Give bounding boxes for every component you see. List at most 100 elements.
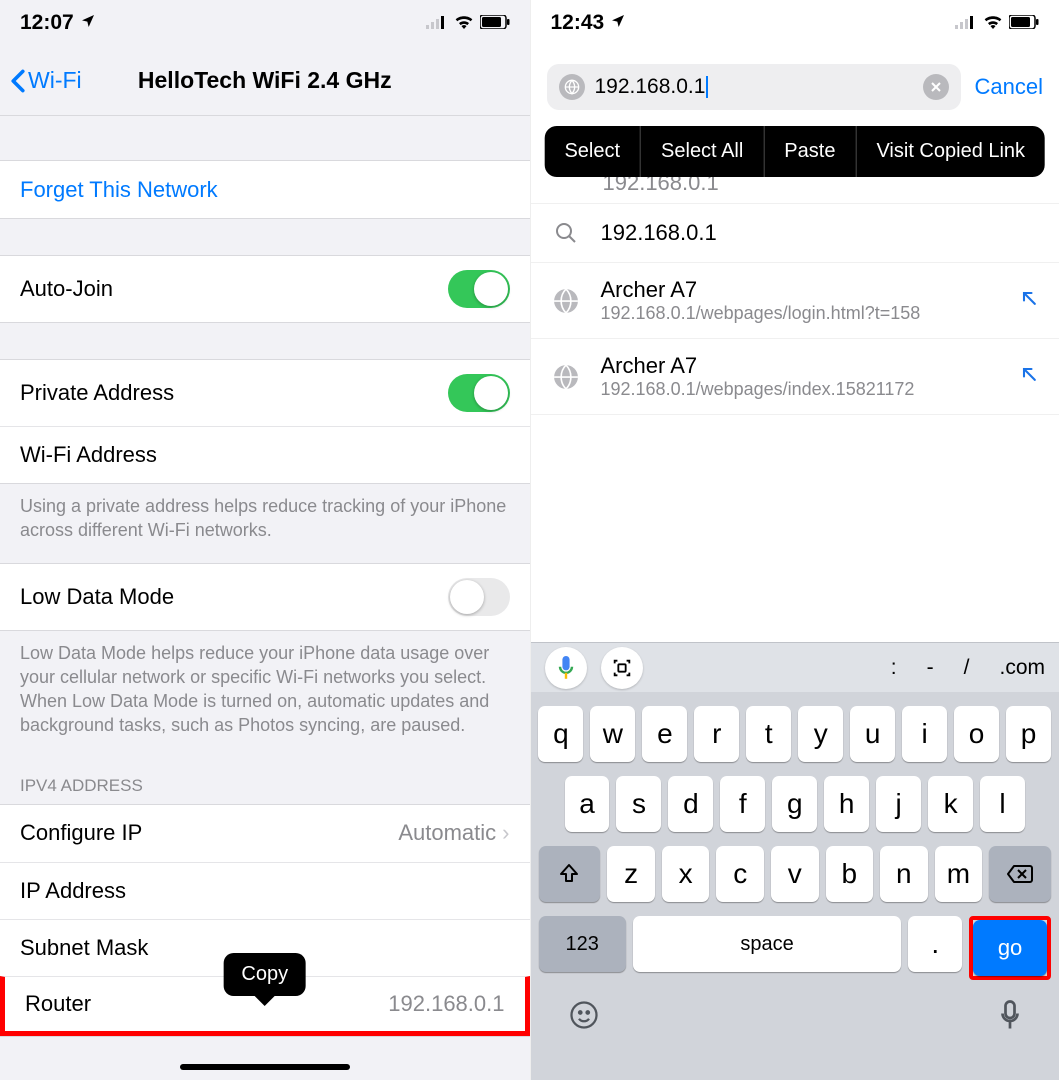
status-bar: 12:43	[531, 0, 1059, 46]
key-go[interactable]: go	[973, 920, 1047, 976]
auto-join-toggle[interactable]	[448, 270, 510, 308]
key-backspace[interactable]	[989, 846, 1051, 902]
key-t[interactable]: t	[746, 706, 791, 762]
key-d[interactable]: d	[668, 776, 713, 832]
quick-type-bar: : - / .com	[891, 656, 1045, 680]
address-bar[interactable]: 192.168.0.1	[547, 64, 961, 110]
auto-join-label: Auto-Join	[20, 276, 113, 302]
location-icon	[80, 11, 96, 35]
key-w[interactable]: w	[590, 706, 635, 762]
wifi-address-row: Wi-Fi Address	[0, 426, 530, 483]
keyboard-bottom-row	[539, 994, 1052, 1037]
cancel-button[interactable]: Cancel	[975, 74, 1043, 100]
text-caret	[706, 76, 708, 98]
key-p[interactable]: p	[1006, 706, 1051, 762]
key-h[interactable]: h	[824, 776, 869, 832]
private-address-toggle[interactable]	[448, 374, 510, 412]
content-scroll[interactable]: Forget This Network Auto-Join Private Ad…	[0, 116, 530, 1080]
key-l[interactable]: l	[980, 776, 1025, 832]
key-m[interactable]: m	[935, 846, 983, 902]
ip-address-label: IP Address	[20, 878, 126, 904]
key-v[interactable]: v	[771, 846, 819, 902]
arrow-up-left-icon[interactable]	[1019, 288, 1039, 313]
key-z[interactable]: z	[607, 846, 655, 902]
quick-dotcom[interactable]: .com	[999, 656, 1045, 680]
quick-slash[interactable]: /	[964, 656, 970, 680]
clear-text-button[interactable]	[923, 74, 949, 100]
low-data-mode-label: Low Data Mode	[20, 584, 174, 610]
select-menu-item[interactable]: Select	[544, 126, 641, 177]
chevron-right-icon: ›	[502, 820, 509, 846]
emoji-button[interactable]	[569, 1000, 599, 1037]
configure-ip-row[interactable]: Configure IP Automatic ›	[0, 805, 530, 862]
suggestion-text: 192.168.0.1	[603, 176, 1040, 196]
search-bar-row: 192.168.0.1 Cancel	[531, 54, 1059, 120]
keyboard-row-3: z x c v b n m	[539, 846, 1052, 902]
home-indicator[interactable]	[180, 1064, 350, 1070]
key-q[interactable]: q	[538, 706, 583, 762]
cellular-signal-icon	[426, 11, 448, 35]
low-data-mode-row: Low Data Mode	[0, 564, 530, 630]
suggestion-top-hit[interactable]: 192.168.0.1	[531, 176, 1059, 204]
subnet-mask-label: Subnet Mask	[20, 935, 148, 961]
key-o[interactable]: o	[954, 706, 999, 762]
ipv4-header: IPV4 ADDRESS	[0, 758, 530, 804]
key-k[interactable]: k	[928, 776, 973, 832]
key-r[interactable]: r	[694, 706, 739, 762]
key-shift[interactable]	[539, 846, 601, 902]
scan-text-button[interactable]	[601, 647, 643, 689]
paste-menu-item[interactable]: Paste	[764, 126, 856, 177]
auto-join-row: Auto-Join	[0, 256, 530, 322]
suggestion-history-2[interactable]: Archer A7 192.168.0.1/webpages/index.158…	[531, 339, 1059, 415]
key-s[interactable]: s	[616, 776, 661, 832]
globe-icon	[559, 74, 585, 100]
arrow-up-left-icon[interactable]	[1019, 364, 1039, 389]
low-data-mode-footer: Low Data Mode helps reduce your iPhone d…	[0, 631, 530, 758]
ip-address-row: IP Address	[0, 862, 530, 919]
status-time: 12:43	[551, 11, 605, 35]
key-space[interactable]: space	[633, 916, 902, 972]
wifi-address-label: Wi-Fi Address	[20, 442, 157, 468]
suggestion-search[interactable]: 192.168.0.1	[531, 204, 1059, 263]
quick-dash[interactable]: -	[927, 656, 934, 680]
nav-bar: Wi-Fi HelloTech WiFi 2.4 GHz	[0, 46, 530, 116]
key-g[interactable]: g	[772, 776, 817, 832]
key-b[interactable]: b	[826, 846, 874, 902]
dictation-button[interactable]	[999, 1000, 1021, 1037]
key-y[interactable]: y	[798, 706, 843, 762]
key-123[interactable]: 123	[539, 916, 626, 972]
location-icon	[610, 11, 626, 35]
key-e[interactable]: e	[642, 706, 687, 762]
status-bar: 12:07	[0, 0, 530, 46]
key-j[interactable]: j	[876, 776, 921, 832]
go-highlight: go	[969, 916, 1051, 980]
key-period[interactable]: .	[908, 916, 962, 972]
select-all-menu-item[interactable]: Select All	[641, 126, 764, 177]
keyboard-row-4: 123 space . go	[539, 916, 1052, 980]
key-n[interactable]: n	[880, 846, 928, 902]
suggestion-subtitle: 192.168.0.1/webpages/login.html?t=158	[601, 303, 941, 324]
key-i[interactable]: i	[902, 706, 947, 762]
suggestion-history-1[interactable]: Archer A7 192.168.0.1/webpages/login.htm…	[531, 263, 1059, 339]
globe-icon	[551, 286, 581, 316]
key-u[interactable]: u	[850, 706, 895, 762]
back-button[interactable]: Wi-Fi	[10, 67, 82, 94]
key-x[interactable]: x	[662, 846, 710, 902]
key-f[interactable]: f	[720, 776, 765, 832]
copy-popover[interactable]: Copy	[223, 953, 306, 996]
voice-search-button[interactable]	[545, 647, 587, 689]
router-value: 192.168.0.1	[388, 991, 504, 1017]
suggestions-list: 192.168.0.1 192.168.0.1 Archer A7 192.16…	[531, 176, 1059, 415]
settings-wifi-details: 12:07 Wi-Fi HelloTech WiFi 2.4 GHz F	[0, 0, 530, 1080]
configure-ip-label: Configure IP	[20, 820, 142, 846]
quick-colon[interactable]: :	[891, 656, 897, 680]
private-address-row: Private Address	[0, 360, 530, 426]
wifi-icon	[983, 11, 1003, 35]
forget-network-button[interactable]: Forget This Network	[0, 161, 530, 218]
key-c[interactable]: c	[716, 846, 764, 902]
popover-arrow-icon	[875, 114, 899, 138]
safari-search: 12:43 192.168.0.1 Ca	[530, 0, 1059, 1080]
low-data-mode-toggle[interactable]	[448, 578, 510, 616]
key-a[interactable]: a	[565, 776, 610, 832]
suggestion-subtitle: 192.168.0.1/webpages/index.15821172	[601, 379, 941, 400]
